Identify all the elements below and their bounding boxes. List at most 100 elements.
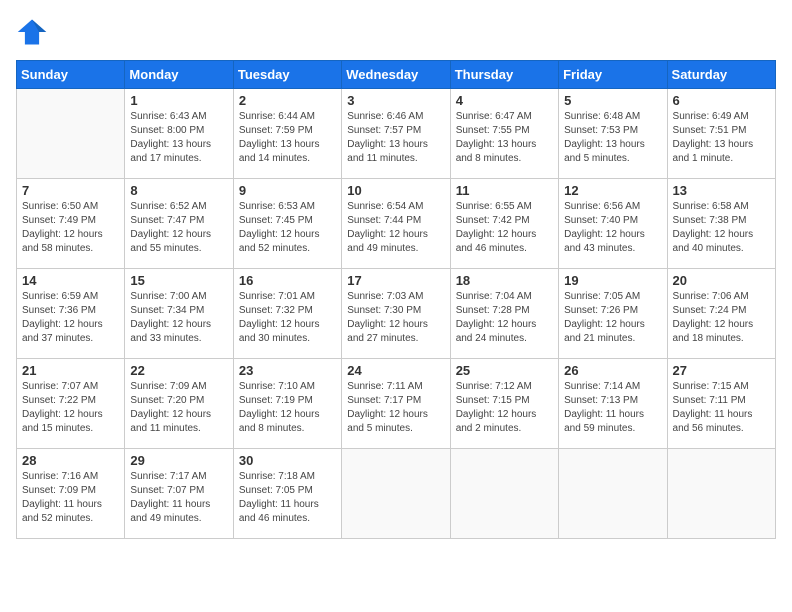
day-info: Sunrise: 6:50 AM Sunset: 7:49 PM Dayligh… [22,200,119,256]
day-info: Sunrise: 7:07 AM Sunset: 7:22 PM Dayligh… [22,380,119,436]
day-cell: 5Sunrise: 6:48 AM Sunset: 7:53 PM Daylig… [559,89,667,179]
day-cell: 27Sunrise: 7:15 AM Sunset: 7:11 PM Dayli… [667,359,775,449]
day-number: 16 [239,273,336,288]
day-info: Sunrise: 7:04 AM Sunset: 7:28 PM Dayligh… [456,290,553,346]
day-number: 17 [347,273,444,288]
day-info: Sunrise: 7:11 AM Sunset: 7:17 PM Dayligh… [347,380,444,436]
logo-icon [16,16,48,48]
day-cell: 19 Sunrise: 7:05 AM Sunset: 7:26 PM Dayli… [559,269,667,359]
day-number: 6 [673,93,770,108]
day-number: 15 [130,273,227,288]
day-info: Sunrise: 6:59 AM Sunset: 7:36 PM Dayligh… [22,290,119,346]
day-number: 22 [130,363,227,378]
day-info: Sunrise: 7:01 AM Sunset: 7:32 PM Dayligh… [239,290,336,346]
day-cell: 10 Sunrise: 6:54 AM Sunset: 7:44 PM Dayli… [342,179,450,269]
day-number: 30 [239,453,336,468]
day-number: 28 [22,453,119,468]
day-info: Sunrise: 7:00 AM Sunset: 7:34 PM Dayligh… [130,290,227,346]
day-info: Sunrise: 6:48 AM Sunset: 7:53 PM Dayligh… [564,110,661,166]
day-cell: 9 Sunrise: 6:53 AM Sunset: 7:45 PM Daylig… [233,179,341,269]
day-number: 18 [456,273,553,288]
day-cell: 6 Sunrise: 6:49 AM Sunset: 7:51 PM Daylig… [667,89,775,179]
header [16,16,776,48]
day-cell: 4 Sunrise: 6:47 AM Sunset: 7:55 PM Daylig… [450,89,558,179]
week-row-3: 14 Sunrise: 6:59 AM Sunset: 7:36 PM Dayli… [17,269,776,359]
day-number: 21 [22,363,119,378]
day-number: 1 [130,93,227,108]
day-info: Sunrise: 7:18 AM Sunset: 7:05 PM Dayligh… [239,470,336,526]
day-cell: 18 Sunrise: 7:04 AM Sunset: 7:28 PM Dayli… [450,269,558,359]
day-cell: 15 Sunrise: 7:00 AM Sunset: 7:34 PM Dayli… [125,269,233,359]
day-number: 8 [130,183,227,198]
day-cell: 13 Sunrise: 6:58 AM Sunset: 7:38 PM Dayli… [667,179,775,269]
col-header-wednesday: Wednesday [342,61,450,89]
day-number: 19 [564,273,661,288]
day-info: Sunrise: 6:54 AM Sunset: 7:44 PM Dayligh… [347,200,444,256]
day-number: 25 [456,363,553,378]
week-row-2: 7 Sunrise: 6:50 AM Sunset: 7:49 PM Daylig… [17,179,776,269]
day-cell: 24 Sunrise: 7:11 AM Sunset: 7:17 PM Dayli… [342,359,450,449]
col-header-sunday: Sunday [17,61,125,89]
day-info: Sunrise: 6:47 AM Sunset: 7:55 PM Dayligh… [456,110,553,166]
day-info: Sunrise: 6:56 AM Sunset: 7:40 PM Dayligh… [564,200,661,256]
day-cell: 16 Sunrise: 7:01 AM Sunset: 7:32 PM Dayli… [233,269,341,359]
day-number: 20 [673,273,770,288]
day-cell [559,449,667,539]
day-number: 10 [347,183,444,198]
day-cell: 30 Sunrise: 7:18 AM Sunset: 7:05 PM Dayli… [233,449,341,539]
day-info: Sunrise: 7:12 AM Sunset: 7:15 PM Dayligh… [456,380,553,436]
day-cell: 17Sunrise: 7:03 AM Sunset: 7:30 PM Dayli… [342,269,450,359]
day-info: Sunrise: 6:43 AM Sunset: 8:00 PM Dayligh… [130,110,227,166]
day-cell: 28 Sunrise: 7:16 AM Sunset: 7:09 PM Dayli… [17,449,125,539]
day-number: 3 [347,93,444,108]
day-number: 14 [22,273,119,288]
day-cell: 12Sunrise: 6:56 AM Sunset: 7:40 PM Dayli… [559,179,667,269]
day-cell: 11 Sunrise: 6:55 AM Sunset: 7:42 PM Dayli… [450,179,558,269]
day-info: Sunrise: 6:49 AM Sunset: 7:51 PM Dayligh… [673,110,770,166]
day-info: Sunrise: 7:10 AM Sunset: 7:19 PM Dayligh… [239,380,336,436]
calendar-table: SundayMondayTuesdayWednesdayThursdayFrid… [16,60,776,539]
day-cell: 20 Sunrise: 7:06 AM Sunset: 7:24 PM Dayli… [667,269,775,359]
day-cell: 29 Sunrise: 7:17 AM Sunset: 7:07 PM Dayli… [125,449,233,539]
day-number: 4 [456,93,553,108]
day-number: 7 [22,183,119,198]
day-number: 13 [673,183,770,198]
col-header-tuesday: Tuesday [233,61,341,89]
week-row-5: 28 Sunrise: 7:16 AM Sunset: 7:09 PM Dayli… [17,449,776,539]
day-cell [667,449,775,539]
day-cell: 22 Sunrise: 7:09 AM Sunset: 7:20 PM Dayli… [125,359,233,449]
col-header-friday: Friday [559,61,667,89]
day-number: 23 [239,363,336,378]
day-info: Sunrise: 6:58 AM Sunset: 7:38 PM Dayligh… [673,200,770,256]
day-cell [342,449,450,539]
day-info: Sunrise: 7:06 AM Sunset: 7:24 PM Dayligh… [673,290,770,346]
logo [16,16,52,48]
day-number: 2 [239,93,336,108]
day-info: Sunrise: 7:09 AM Sunset: 7:20 PM Dayligh… [130,380,227,436]
day-info: Sunrise: 7:05 AM Sunset: 7:26 PM Dayligh… [564,290,661,346]
day-info: Sunrise: 7:16 AM Sunset: 7:09 PM Dayligh… [22,470,119,526]
day-cell: 3Sunrise: 6:46 AM Sunset: 7:57 PM Daylig… [342,89,450,179]
day-cell [450,449,558,539]
day-info: Sunrise: 6:44 AM Sunset: 7:59 PM Dayligh… [239,110,336,166]
day-info: Sunrise: 6:55 AM Sunset: 7:42 PM Dayligh… [456,200,553,256]
day-cell: 25 Sunrise: 7:12 AM Sunset: 7:15 PM Dayli… [450,359,558,449]
day-cell: 21 Sunrise: 7:07 AM Sunset: 7:22 PM Dayli… [17,359,125,449]
day-cell: 8Sunrise: 6:52 AM Sunset: 7:47 PM Daylig… [125,179,233,269]
day-number: 24 [347,363,444,378]
col-header-saturday: Saturday [667,61,775,89]
day-number: 11 [456,183,553,198]
day-number: 9 [239,183,336,198]
day-cell: 14 Sunrise: 6:59 AM Sunset: 7:36 PM Dayli… [17,269,125,359]
week-row-4: 21 Sunrise: 7:07 AM Sunset: 7:22 PM Dayli… [17,359,776,449]
col-header-thursday: Thursday [450,61,558,89]
day-number: 27 [673,363,770,378]
day-info: Sunrise: 7:17 AM Sunset: 7:07 PM Dayligh… [130,470,227,526]
header-row: SundayMondayTuesdayWednesdayThursdayFrid… [17,61,776,89]
day-cell: 23 Sunrise: 7:10 AM Sunset: 7:19 PM Dayli… [233,359,341,449]
day-cell: 1 Sunrise: 6:43 AM Sunset: 8:00 PM Daylig… [125,89,233,179]
day-info: Sunrise: 6:53 AM Sunset: 7:45 PM Dayligh… [239,200,336,256]
day-info: Sunrise: 7:14 AM Sunset: 7:13 PM Dayligh… [564,380,661,436]
week-row-1: 1 Sunrise: 6:43 AM Sunset: 8:00 PM Daylig… [17,89,776,179]
day-number: 29 [130,453,227,468]
